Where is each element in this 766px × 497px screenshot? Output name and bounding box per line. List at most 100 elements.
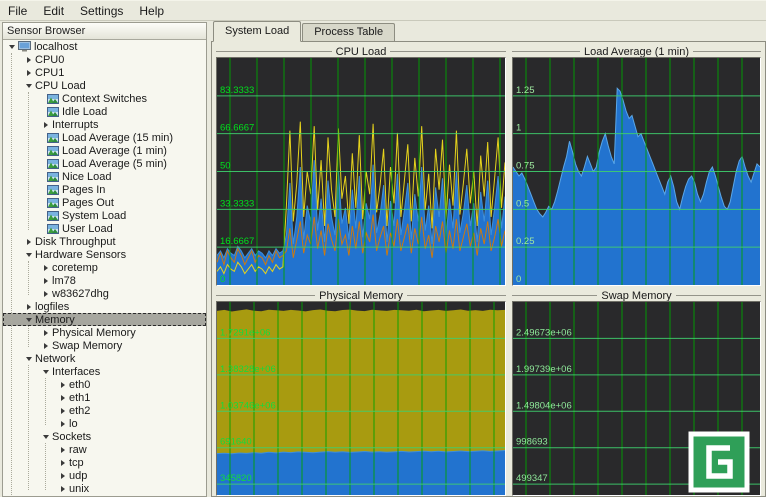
tree-item-label: Idle Load bbox=[62, 106, 107, 118]
expand-arrow-icon[interactable] bbox=[41, 328, 50, 337]
collapse-arrow-icon[interactable] bbox=[24, 315, 33, 324]
tree-item-label: tcp bbox=[69, 457, 84, 469]
tab-system-load[interactable]: System Load bbox=[213, 21, 301, 42]
tree-item-hardware-sensors[interactable]: Hardware Sensors bbox=[3, 248, 206, 261]
collapse-arrow-icon[interactable] bbox=[41, 432, 50, 441]
collapse-arrow-icon[interactable] bbox=[24, 250, 33, 259]
tree-children: coretemplm78w83627dhg bbox=[3, 261, 206, 300]
tree-item-localhost[interactable]: localhost bbox=[3, 40, 206, 53]
tree-item-network[interactable]: Network bbox=[3, 352, 206, 365]
expand-arrow-icon[interactable] bbox=[58, 380, 67, 389]
tree-item-memory[interactable]: Memory bbox=[3, 313, 206, 326]
tick-label: 0.5 bbox=[516, 198, 529, 209]
tree-item-pages-in[interactable]: Pages In bbox=[3, 183, 206, 196]
tree-item-interrupts[interactable]: Interrupts bbox=[3, 118, 206, 131]
tick-label: 0 bbox=[516, 274, 521, 285]
expand-arrow-icon[interactable] bbox=[58, 419, 67, 428]
tree-item-physical-memory[interactable]: Physical Memory bbox=[3, 326, 206, 339]
tree-item-system-load[interactable]: System Load bbox=[3, 209, 206, 222]
tree-item-cpu-load[interactable]: CPU Load bbox=[3, 79, 206, 92]
collapse-arrow-icon[interactable] bbox=[7, 42, 16, 51]
expand-arrow-icon[interactable] bbox=[24, 302, 33, 311]
tree-item-w83627dhg[interactable]: w83627dhg bbox=[3, 287, 206, 300]
plot-area-cpu-load[interactable]: 83.333366.66675033.333316.66670 bbox=[216, 57, 506, 286]
tree-item-load-average-1-min[interactable]: Load Average (1 min) bbox=[3, 144, 206, 157]
expand-arrow-icon[interactable] bbox=[41, 276, 50, 285]
tree-item-eth2[interactable]: eth2 bbox=[3, 404, 206, 417]
tree-item-label: Disk Throughput bbox=[35, 236, 116, 248]
series-application-memory bbox=[217, 451, 505, 496]
tree-item-load-average-5-min[interactable]: Load Average (5 min) bbox=[3, 157, 206, 170]
tree-item-idle-load[interactable]: Idle Load bbox=[3, 105, 206, 118]
tab-process-table[interactable]: Process Table bbox=[302, 23, 395, 41]
tree-item-label: Network bbox=[35, 353, 75, 365]
tick-label: 0.75 bbox=[516, 161, 535, 172]
collapse-arrow-icon[interactable] bbox=[24, 81, 33, 90]
chart-group-title: Load Average (1 min) bbox=[512, 46, 761, 57]
expand-arrow-icon[interactable] bbox=[58, 458, 67, 467]
tree-item-lo[interactable]: lo bbox=[3, 417, 206, 430]
tree-item-label: Hardware Sensors bbox=[35, 249, 126, 261]
plot-area-load-average-1-min[interactable]: 1.2510.750.50.250 bbox=[512, 57, 761, 286]
expand-arrow-icon[interactable] bbox=[58, 393, 67, 402]
menu-item-edit[interactable]: Edit bbox=[43, 4, 64, 18]
menu-item-help[interactable]: Help bbox=[139, 4, 164, 18]
group-cpu-load: CPU Load83.333366.66675033.333316.66670 bbox=[216, 46, 506, 286]
tick-label: 1.49804e+06 bbox=[516, 400, 572, 411]
tree-item-cpu1[interactable]: CPU1 bbox=[3, 66, 206, 79]
tree-item-eth0[interactable]: eth0 bbox=[3, 378, 206, 391]
expand-arrow-icon[interactable] bbox=[41, 120, 50, 129]
tree-item-label: Pages Out bbox=[62, 197, 114, 209]
expand-arrow-icon[interactable] bbox=[24, 55, 33, 64]
tree-item-nice-load[interactable]: Nice Load bbox=[3, 170, 206, 183]
tree-item-label: logfiles bbox=[35, 301, 69, 313]
sensor-icon bbox=[47, 159, 59, 169]
tree-item-pages-out[interactable]: Pages Out bbox=[3, 196, 206, 209]
tree-item-eth1[interactable]: eth1 bbox=[3, 391, 206, 404]
tree-item-unix[interactable]: unix bbox=[3, 482, 206, 495]
group-load-average-1-min: Load Average (1 min)1.2510.750.50.250 bbox=[512, 46, 761, 286]
tree-item-tcp[interactable]: tcp bbox=[3, 456, 206, 469]
tree-item-lm78[interactable]: lm78 bbox=[3, 274, 206, 287]
tree-item-cpu0[interactable]: CPU0 bbox=[3, 53, 206, 66]
tree-item-load-average-15-min[interactable]: Load Average (15 min) bbox=[3, 131, 206, 144]
watermark-logo bbox=[688, 431, 750, 493]
ksysguard-window: FileEditSettingsHelp Sensor Browser loca… bbox=[0, 0, 766, 497]
tree-item-raw[interactable]: raw bbox=[3, 443, 206, 456]
tree-item-label: Swap Memory bbox=[52, 340, 122, 352]
tick-label: 33.3333 bbox=[220, 198, 254, 209]
tree-item-user-load[interactable]: User Load bbox=[3, 222, 206, 235]
tree-item-coretemp[interactable]: coretemp bbox=[3, 261, 206, 274]
tree-item-swap-memory[interactable]: Swap Memory bbox=[3, 339, 206, 352]
menu-item-settings[interactable]: Settings bbox=[80, 4, 123, 18]
expand-arrow-icon[interactable] bbox=[24, 237, 33, 246]
tree-item-label: unix bbox=[69, 483, 89, 495]
tree-item-interfaces[interactable]: Interfaces bbox=[3, 365, 206, 378]
tree-item-context-switches[interactable]: Context Switches bbox=[3, 92, 206, 105]
tree-item-disk-throughput[interactable]: Disk Throughput bbox=[3, 235, 206, 248]
tree-item-label: Sockets bbox=[52, 431, 91, 443]
expand-arrow-icon[interactable] bbox=[58, 484, 67, 493]
expand-arrow-icon[interactable] bbox=[41, 263, 50, 272]
title-rule bbox=[216, 51, 332, 52]
collapse-arrow-icon[interactable] bbox=[24, 354, 33, 363]
tree-item-label: Memory bbox=[35, 314, 75, 326]
tree-children: rawtcpudpunix bbox=[3, 443, 206, 495]
sensor-icon bbox=[47, 146, 59, 156]
expand-arrow-icon[interactable] bbox=[41, 341, 50, 350]
chart-title: CPU Load bbox=[336, 46, 387, 58]
expand-arrow-icon[interactable] bbox=[41, 289, 50, 298]
tree-item-udp[interactable]: udp bbox=[3, 469, 206, 482]
plot-area-physical-memory[interactable]: 1.7291e+061.38328e+061.03746e+0669164034… bbox=[216, 301, 506, 496]
tree-item-sockets[interactable]: Sockets bbox=[3, 430, 206, 443]
expand-arrow-icon[interactable] bbox=[58, 445, 67, 454]
expand-arrow-icon[interactable] bbox=[58, 471, 67, 480]
tick-label: 0 bbox=[220, 274, 225, 285]
tick-label: 1.7291e+06 bbox=[220, 327, 270, 338]
menu-item-file[interactable]: File bbox=[8, 4, 27, 18]
expand-arrow-icon[interactable] bbox=[24, 68, 33, 77]
expand-arrow-icon[interactable] bbox=[58, 406, 67, 415]
tree-item-logfiles[interactable]: logfiles bbox=[3, 300, 206, 313]
tree-item-label: Interfaces bbox=[52, 366, 100, 378]
collapse-arrow-icon[interactable] bbox=[41, 367, 50, 376]
